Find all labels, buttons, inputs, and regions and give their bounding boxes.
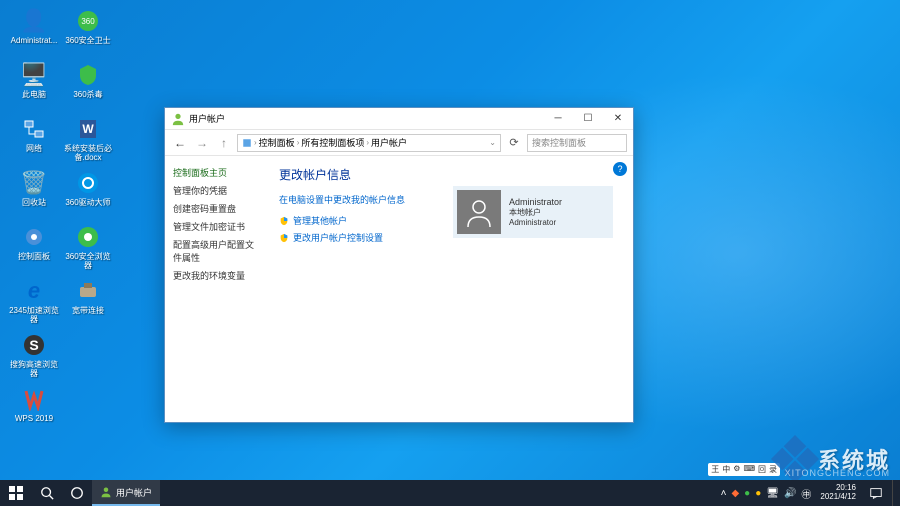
taskbar: 用户帐户 ˄ ◆ ● ● 🖥 🔊 ㊥ 20:16 2021/4/12 — [0, 480, 900, 506]
360-driver-shortcut[interactable]: 360驱动大师 — [62, 167, 114, 219]
window-controls: ─ ☐ ✕ — [543, 108, 633, 129]
tray-volume-icon[interactable]: 🔊 — [784, 488, 796, 499]
tray-app-icon[interactable]: ● — [755, 488, 761, 499]
ie-icon: e — [20, 277, 48, 305]
360-icon: 360 — [74, 7, 102, 35]
ime-btn[interactable]: 中 — [722, 464, 730, 475]
notification-button[interactable] — [865, 480, 887, 506]
sidebar-heading[interactable]: 控制面板主页 — [173, 166, 257, 179]
svg-text:360: 360 — [81, 17, 95, 26]
user-avatar — [457, 190, 501, 234]
help-button[interactable]: ? — [613, 162, 627, 176]
taskbar-clock[interactable]: 20:16 2021/4/12 — [816, 484, 860, 502]
start-button[interactable] — [0, 480, 32, 506]
cortana-button[interactable] — [62, 480, 92, 506]
maximize-button[interactable]: ☐ — [573, 108, 603, 129]
breadcrumb[interactable]: › 控制面板 › 所有控制面板项 › 用户帐户 ⌄ — [237, 134, 501, 152]
sogou-browser-shortcut[interactable]: S搜狗高速浏览器 — [8, 329, 60, 381]
main-content: ? 更改帐户信息 在电脑设置中更改我的帐户信息 管理其他帐户 更改用户帐户控制设… — [265, 156, 633, 422]
wps-shortcut[interactable]: WPS 2019 — [8, 383, 60, 435]
page-heading: 更改帐户信息 — [279, 166, 619, 183]
address-bar: ← → ↑ › 控制面板 › 所有控制面板项 › 用户帐户 ⌄ ⟳ 搜索控制面板 — [165, 130, 633, 156]
broadband-shortcut[interactable]: 宽带连接 — [62, 275, 114, 327]
recycle-bin-shortcut[interactable]: 🗑️回收站 — [8, 167, 60, 219]
tray-app-icon[interactable]: ● — [744, 488, 750, 499]
this-pc-shortcut[interactable]: 🖥️此电脑 — [8, 59, 60, 111]
ime-btn[interactable]: ⌨ — [743, 464, 755, 475]
ime-toolbar[interactable]: 王 中 ⚙ ⌨ 回 录 — [708, 463, 780, 476]
360-antivirus-shortcut[interactable]: 360杀毒 — [62, 59, 114, 111]
word-icon: W — [74, 115, 102, 143]
sogou-icon: S — [20, 331, 48, 359]
sidebar-env-vars[interactable]: 更改我的环境变量 — [173, 269, 257, 282]
desktop: 👤Administrat... 🖥️此电脑 网络 🗑️回收站 控制面板 e234… — [8, 5, 114, 480]
control-panel-shortcut[interactable]: 控制面板 — [8, 221, 60, 273]
svg-text:S: S — [29, 337, 38, 353]
sidebar-encryption[interactable]: 管理文件加密证书 — [173, 220, 257, 233]
up-button[interactable]: ↑ — [215, 134, 233, 152]
uac-shield-icon — [279, 216, 289, 226]
breadcrumb-item[interactable]: 控制面板 — [259, 136, 295, 149]
control-panel-icon — [242, 138, 252, 148]
shield-icon — [74, 61, 102, 89]
dropdown-arrow-icon[interactable]: ⌄ — [489, 138, 496, 147]
360-browser-shortcut[interactable]: 360安全浏览器 — [62, 221, 114, 273]
admin-shortcut[interactable]: 👤Administrat... — [8, 5, 60, 57]
user-accounts-icon — [171, 112, 185, 126]
trash-icon: 🗑️ — [20, 169, 48, 197]
sidebar-profile[interactable]: 配置高级用户配置文件属性 — [173, 238, 257, 264]
titlebar[interactable]: 用户帐户 ─ ☐ ✕ — [165, 108, 633, 130]
tray-network-icon[interactable]: 🖥 — [766, 488, 779, 499]
svg-text:W: W — [82, 122, 94, 136]
window-content: 控制面板主页 管理你的凭据 创建密码重置盘 管理文件加密证书 配置高级用户配置文… — [165, 156, 633, 422]
sidebar-credentials[interactable]: 管理你的凭据 — [173, 184, 257, 197]
gear-icon — [20, 223, 48, 251]
window-title: 用户帐户 — [189, 112, 543, 125]
2345-browser-shortcut[interactable]: e2345加速浏览器 — [8, 275, 60, 327]
user-type: 本地帐户 — [509, 207, 562, 218]
pc-icon: 🖥️ — [20, 61, 48, 89]
search-input[interactable]: 搜索控制面板 — [527, 134, 627, 152]
desktop-column-2: 360360安全卫士 360杀毒 W系统安装后必备.docx 360驱动大师 3… — [62, 5, 114, 327]
back-button[interactable]: ← — [171, 134, 189, 152]
360browser-icon — [74, 223, 102, 251]
driver-icon — [74, 169, 102, 197]
user-name: Administrator — [509, 197, 562, 207]
taskbar-app-user-accounts[interactable]: 用户帐户 — [92, 480, 160, 506]
360-safe-shortcut[interactable]: 360360安全卫士 — [62, 5, 114, 57]
tray-chevron-icon[interactable]: ˄ — [721, 488, 727, 499]
show-desktop-button[interactable] — [892, 480, 896, 506]
breadcrumb-item[interactable]: 用户帐户 — [371, 136, 407, 149]
network-shortcut[interactable]: 网络 — [8, 113, 60, 165]
user-info: Administrator 本地帐户 Administrator — [509, 197, 562, 227]
sidebar-password-reset[interactable]: 创建密码重置盘 — [173, 202, 257, 215]
close-button[interactable]: ✕ — [603, 108, 633, 129]
user-icon: 👤 — [20, 7, 48, 35]
dialup-icon — [74, 277, 102, 305]
user-accounts-window: 用户帐户 ─ ☐ ✕ ← → ↑ › 控制面板 › 所有控制面板项 › 用户帐户… — [164, 107, 634, 423]
minimize-button[interactable]: ─ — [543, 108, 573, 129]
tray-app-icon[interactable]: ◆ — [731, 488, 739, 499]
refresh-button[interactable]: ⟳ — [505, 134, 523, 152]
network-icon — [20, 115, 48, 143]
forward-button[interactable]: → — [193, 134, 211, 152]
sidebar: 控制面板主页 管理你的凭据 创建密码重置盘 管理文件加密证书 配置高级用户配置文… — [165, 156, 265, 422]
user-role: Administrator — [509, 218, 562, 227]
tray-ime-icon[interactable]: ㊥ — [801, 486, 811, 501]
watermark-url: XITONGCHENG.COM — [785, 468, 890, 478]
user-card: Administrator 本地帐户 Administrator — [453, 186, 613, 238]
docx-shortcut[interactable]: W系统安装后必备.docx — [62, 113, 114, 165]
ime-btn[interactable]: 王 — [711, 464, 719, 475]
ime-btn[interactable]: 录 — [769, 464, 777, 475]
uac-shield-icon — [279, 233, 289, 243]
search-button[interactable] — [32, 480, 62, 506]
wps-icon — [20, 385, 48, 413]
ime-btn[interactable]: ⚙ — [733, 464, 740, 475]
desktop-column-1: 👤Administrat... 🖥️此电脑 网络 🗑️回收站 控制面板 e234… — [8, 5, 60, 435]
ime-btn[interactable]: 回 — [758, 464, 766, 475]
breadcrumb-item[interactable]: 所有控制面板项 — [301, 136, 364, 149]
user-accounts-icon — [100, 486, 112, 498]
system-tray: ˄ ◆ ● ● 🖥 🔊 ㊥ 20:16 2021/4/12 — [721, 480, 900, 506]
